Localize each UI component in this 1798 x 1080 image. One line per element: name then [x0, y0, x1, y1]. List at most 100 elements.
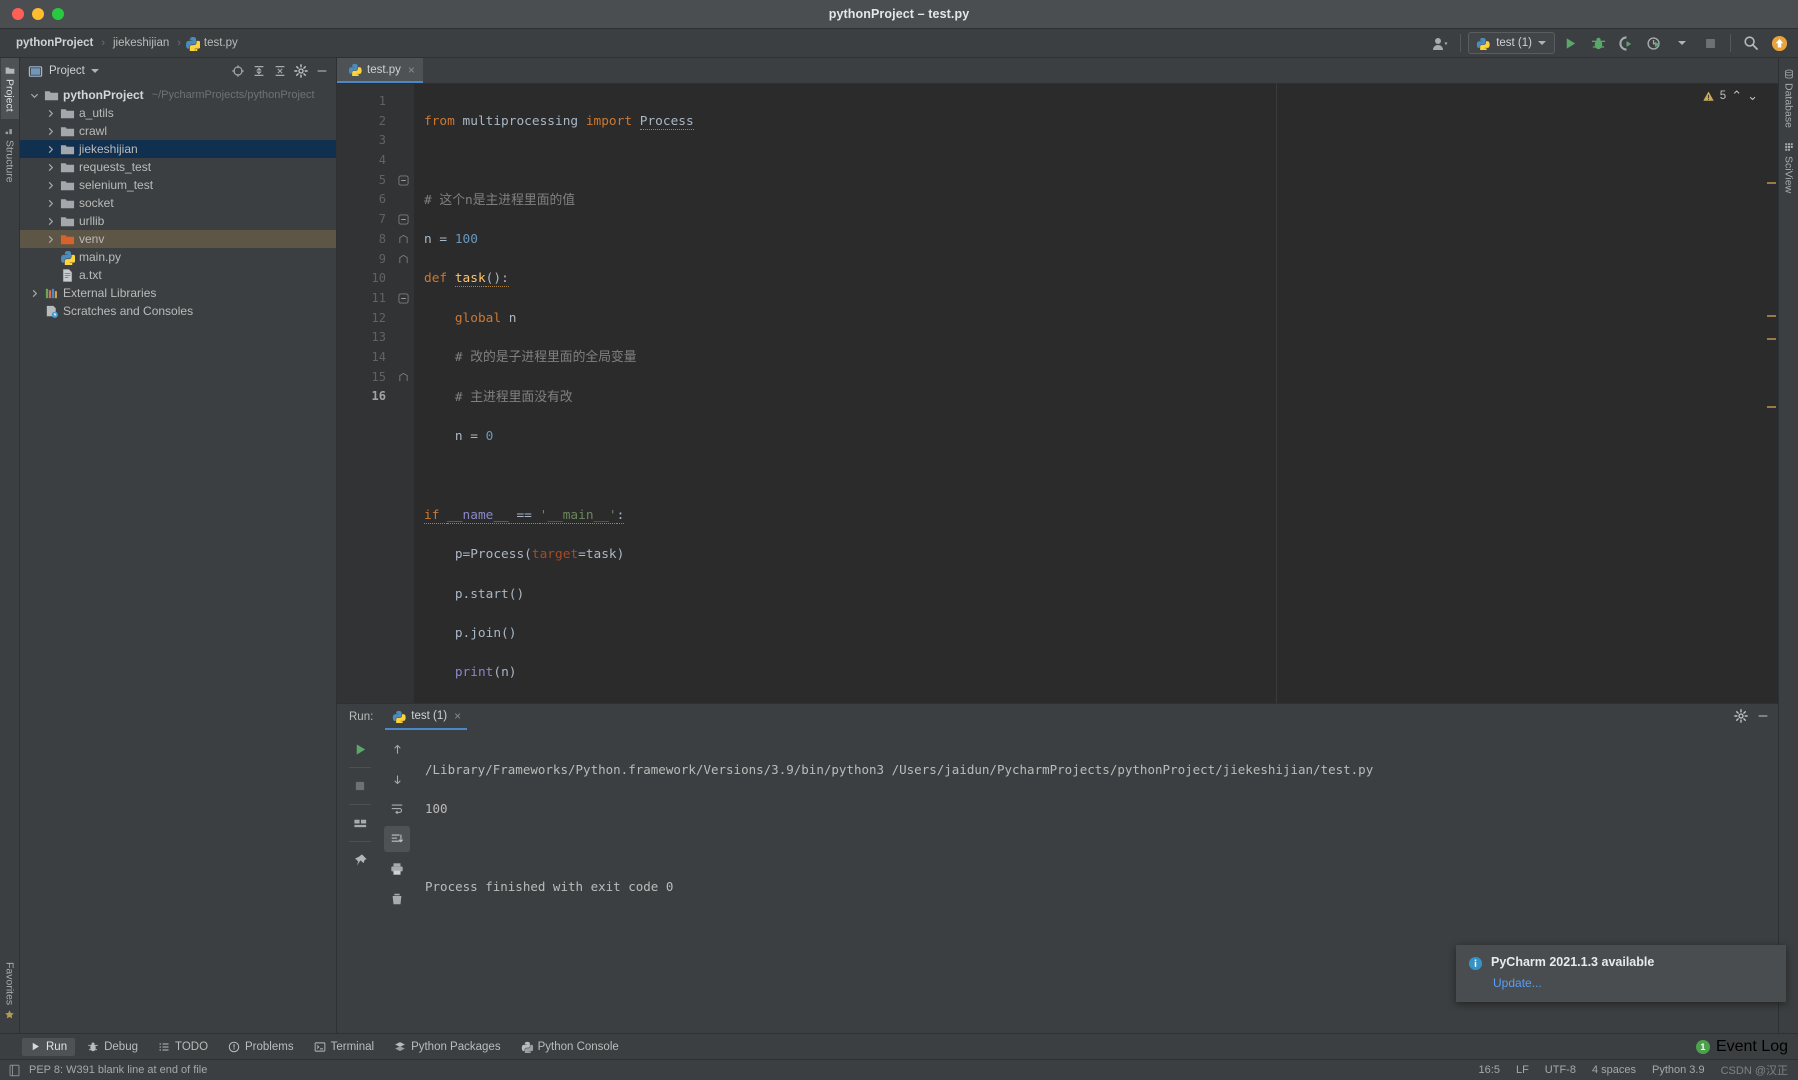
- tree-node-requests-test[interactable]: requests_test: [20, 158, 336, 176]
- pin-button[interactable]: [347, 847, 373, 873]
- chevron-right-icon[interactable]: [44, 235, 56, 244]
- tool-window-debug[interactable]: Debug: [79, 1038, 146, 1056]
- notification-update-link[interactable]: Update...: [1493, 976, 1542, 990]
- project-panel-title-group[interactable]: Project: [28, 64, 99, 79]
- breadcrumb-project[interactable]: pythonProject: [12, 36, 97, 50]
- code-content[interactable]: from multiprocessing import Process # 这个…: [414, 92, 1778, 703]
- tree-node-selenium-test[interactable]: selenium_test: [20, 176, 336, 194]
- code-editor[interactable]: 1 2 3 4 5 6 7 8 9 10 11 12 13 14 15 16: [337, 84, 1778, 703]
- tree-node-jiekeshijian[interactable]: jiekeshijian: [20, 140, 336, 158]
- run-with-coverage-button[interactable]: [1613, 31, 1639, 55]
- stop-button[interactable]: [1697, 31, 1723, 55]
- fold-end-icon[interactable]: [392, 368, 414, 388]
- inspection-widget[interactable]: 5 ⌃ ⌄: [1702, 88, 1758, 104]
- tree-node-a-utils[interactable]: a_utils: [20, 104, 336, 122]
- chevron-right-icon[interactable]: [44, 181, 56, 190]
- tool-window-python-packages[interactable]: Python Packages: [386, 1038, 509, 1056]
- minimize-window-icon[interactable]: [32, 8, 44, 20]
- tree-node-external-libraries[interactable]: External Libraries: [20, 284, 336, 302]
- chevron-right-icon[interactable]: [44, 217, 56, 226]
- debug-button[interactable]: [1585, 31, 1611, 55]
- chevron-right-icon[interactable]: [44, 109, 56, 118]
- chevron-down-icon[interactable]: [28, 91, 40, 100]
- project-panel-chevron-down-icon[interactable]: [91, 69, 99, 73]
- close-icon[interactable]: ×: [454, 709, 461, 723]
- sidebar-item-favorites[interactable]: Favorites: [1, 955, 19, 1027]
- tool-window-python-console[interactable]: Python Console: [513, 1038, 627, 1056]
- print-button[interactable]: [384, 856, 410, 882]
- line-separator[interactable]: LF: [1516, 1064, 1529, 1076]
- code-text-area[interactable]: from multiprocessing import Process # 这个…: [414, 84, 1778, 703]
- chevron-right-icon[interactable]: [44, 127, 56, 136]
- error-stripe-marks[interactable]: [1764, 84, 1778, 703]
- stripe-mark[interactable]: [1767, 406, 1776, 408]
- hide-panel-icon[interactable]: [312, 61, 332, 81]
- inspection-next-icon[interactable]: ⌄: [1747, 88, 1758, 104]
- notification-balloon[interactable]: PyCharm 2021.1.3 available Update...: [1456, 945, 1786, 1002]
- fold-start-icon[interactable]: [392, 289, 414, 309]
- chevron-right-icon[interactable]: [44, 145, 56, 154]
- rerun-button[interactable]: [347, 736, 373, 762]
- fold-end-icon[interactable]: [392, 250, 414, 270]
- layout-settings-button[interactable]: [347, 810, 373, 836]
- stripe-mark[interactable]: [1767, 182, 1776, 184]
- chevron-right-icon[interactable]: [44, 199, 56, 208]
- gear-icon[interactable]: [291, 61, 311, 81]
- fold-end-icon[interactable]: [392, 230, 414, 250]
- scroll-down-button[interactable]: [384, 766, 410, 792]
- tool-window-problems[interactable]: Problems: [220, 1038, 302, 1056]
- indent-setting[interactable]: 4 spaces: [1592, 1064, 1636, 1076]
- minimize-icon[interactable]: [1756, 709, 1770, 726]
- collapse-all-icon[interactable]: [270, 61, 290, 81]
- select-opened-file-icon[interactable]: [228, 61, 248, 81]
- tree-node-urllib[interactable]: urllib: [20, 212, 336, 230]
- inspection-status-icon[interactable]: [8, 1064, 21, 1077]
- tree-node-venv[interactable]: venv: [20, 230, 336, 248]
- stop-button[interactable]: [347, 773, 373, 799]
- chevron-right-icon[interactable]: [44, 163, 56, 172]
- sidebar-item-structure[interactable]: Structure: [1, 119, 19, 190]
- gear-icon[interactable]: [1734, 709, 1748, 726]
- expand-all-icon[interactable]: [249, 61, 269, 81]
- search-icon[interactable]: [1738, 31, 1764, 55]
- file-encoding[interactable]: UTF-8: [1545, 1064, 1576, 1076]
- stripe-mark[interactable]: [1767, 338, 1776, 340]
- tree-node-main-py[interactable]: main.py: [20, 248, 336, 266]
- run-button[interactable]: [1557, 31, 1583, 55]
- maximize-window-icon[interactable]: [52, 8, 64, 20]
- python-interpreter[interactable]: Python 3.9: [1652, 1064, 1705, 1076]
- fold-start-icon[interactable]: [392, 171, 414, 191]
- close-window-icon[interactable]: [12, 8, 24, 20]
- update-available-icon[interactable]: [1766, 31, 1792, 55]
- scroll-up-button[interactable]: [384, 736, 410, 762]
- tool-window-run[interactable]: Run: [22, 1038, 75, 1056]
- tool-window-terminal[interactable]: Terminal: [306, 1038, 382, 1056]
- run-configuration-selector[interactable]: test (1): [1468, 32, 1555, 54]
- scroll-to-end-button[interactable]: [384, 826, 410, 852]
- run-tab-test-1[interactable]: test (1) ×: [385, 704, 467, 730]
- stripe-mark[interactable]: [1767, 315, 1776, 317]
- tree-node-scratches-and-consoles[interactable]: Scratches and Consoles: [20, 302, 336, 320]
- tool-window-todo[interactable]: TODO: [150, 1038, 216, 1056]
- tab-test-py[interactable]: test.py ×: [337, 58, 423, 83]
- tree-node-a-txt[interactable]: a.txt: [20, 266, 336, 284]
- sidebar-item-sciview[interactable]: SciView: [1780, 135, 1798, 200]
- breadcrumb-file[interactable]: test.py: [185, 36, 238, 51]
- soft-wrap-button[interactable]: [384, 796, 410, 822]
- breadcrumb-folder[interactable]: jiekeshijian: [109, 36, 173, 50]
- close-icon[interactable]: ×: [408, 63, 415, 77]
- tree-node-pythonproject[interactable]: pythonProject ~/PycharmProjects/pythonPr…: [20, 86, 336, 104]
- event-log-widget[interactable]: 1 Event Log: [1696, 1038, 1788, 1056]
- sidebar-item-database[interactable]: Database: [1780, 62, 1798, 135]
- tree-node-socket[interactable]: socket: [20, 194, 336, 212]
- inspection-prev-icon[interactable]: ⌃: [1731, 88, 1742, 104]
- profile-button[interactable]: [1641, 31, 1667, 55]
- chevron-right-icon[interactable]: [28, 289, 40, 298]
- clear-all-button[interactable]: [384, 886, 410, 912]
- account-icon[interactable]: [1427, 31, 1453, 55]
- gutter-marks[interactable]: [392, 84, 414, 703]
- sidebar-item-project[interactable]: Project: [1, 58, 19, 119]
- fold-mid-icon[interactable]: [392, 210, 414, 230]
- tree-node-crawl[interactable]: crawl: [20, 122, 336, 140]
- profile-dropdown-icon[interactable]: [1669, 31, 1695, 55]
